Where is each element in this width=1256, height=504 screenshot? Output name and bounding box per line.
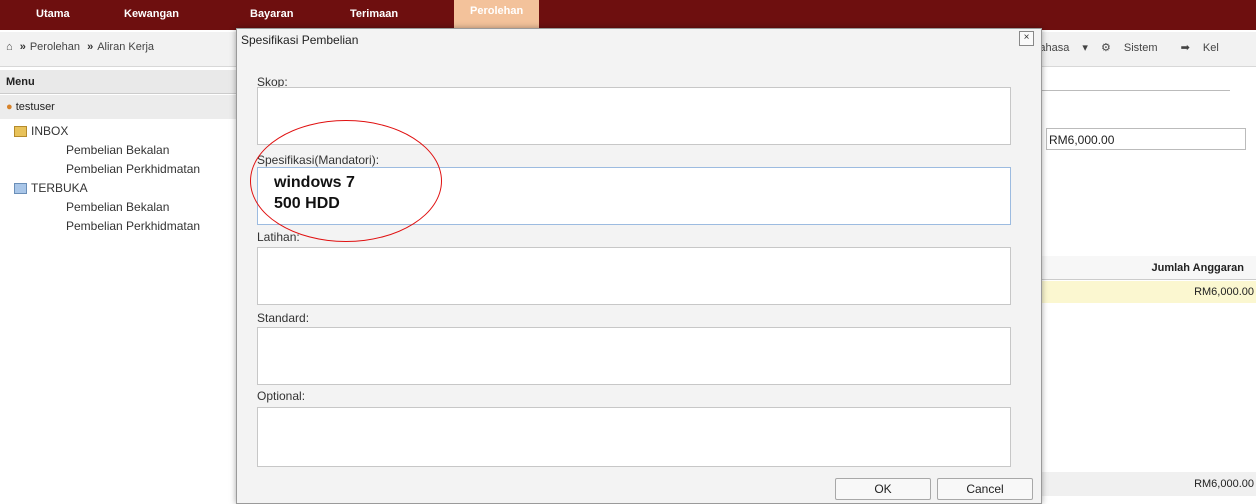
terbuka-label: TERBUKA <box>31 181 88 195</box>
dialog-title: Spesifikasi Pembelian <box>241 33 359 47</box>
spesifikasi-field[interactable]: windows 7 500 HDD <box>257 167 1011 225</box>
username: testuser <box>15 101 55 113</box>
tab-bayaran[interactable]: Bayaran <box>250 8 293 20</box>
standard-field[interactable] <box>257 327 1011 385</box>
tree-item-inbox-perkhidmatan[interactable]: Pembelian Perkhidmatan <box>14 160 200 179</box>
folder-open-icon <box>14 183 27 195</box>
home-icon[interactable]: ⌂ <box>6 41 13 53</box>
latihan-field[interactable] <box>257 247 1011 305</box>
sistem-menu[interactable]: ⚙ Sistem <box>1101 42 1168 54</box>
spesifikasi-label: Spesifikasi(Mandatori): <box>257 153 380 167</box>
close-icon[interactable]: × <box>1019 31 1034 46</box>
breadcrumb-aliran-kerja[interactable]: Aliran Kerja <box>97 41 154 53</box>
column-header-jumlah-anggaran: Jumlah Anggaran <box>1040 256 1256 280</box>
tree-item-terbuka-bekalan[interactable]: Pembelian Bekalan <box>14 198 200 217</box>
amount-field[interactable]: RM6,000.00 <box>1046 128 1246 150</box>
breadcrumb: ⌂ » Perolehan » Aliran Kerja <box>6 41 154 53</box>
user-icon: ● <box>6 101 13 113</box>
menu-tree: INBOX Pembelian Bekalan Pembelian Perkhi… <box>14 122 200 236</box>
menu-header: Menu <box>0 70 238 94</box>
table-row[interactable]: RM6,000.00 <box>1040 281 1256 303</box>
inbox-label: INBOX <box>31 124 69 138</box>
standard-label: Standard: <box>257 311 310 325</box>
tree-terbuka[interactable]: TERBUKA <box>14 179 200 198</box>
tree-inbox[interactable]: INBOX <box>14 122 200 141</box>
total-row: RM6,000.00 <box>1040 472 1256 496</box>
cancel-button[interactable]: Cancel <box>937 478 1033 500</box>
top-menu-bar: Utama Kewangan Bayaran Terimaan Peroleha… <box>0 0 1256 30</box>
skop-field[interactable] <box>257 87 1011 145</box>
breadcrumb-perolehan[interactable]: Perolehan <box>30 41 80 53</box>
chevron-icon: » <box>87 41 94 53</box>
tab-terimaan-label: Terimaan <box>350 8 399 20</box>
toolbar-right: Bahasa ▾ ⚙ Sistem ➡ Kel <box>1032 41 1239 54</box>
latihan-label: Latihan: <box>257 230 300 244</box>
tab-perolehan[interactable]: Perolehan <box>454 0 540 30</box>
spesifikasi-dialog: Spesifikasi Pembelian × Skop: Spesifikas… <box>236 28 1042 504</box>
arrow-right-icon: ➡ <box>1180 42 1190 54</box>
ok-button[interactable]: OK <box>835 478 931 500</box>
tree-item-terbuka-perkhidmatan[interactable]: Pembelian Perkhidmatan <box>14 217 200 236</box>
sistem-label: Sistem <box>1123 42 1158 54</box>
tree-item-inbox-bekalan[interactable]: Pembelian Bekalan <box>14 141 200 160</box>
optional-label: Optional: <box>257 389 306 403</box>
background-panel: RM6,000.00 Jumlah Anggaran RM6,000.00 RM… <box>1040 70 1256 504</box>
optional-field[interactable] <box>257 407 1011 467</box>
logout-link[interactable]: ➡ Kel <box>1181 42 1229 54</box>
tab-kewangan-label: Kewangan <box>124 8 180 20</box>
logout-label: Kel <box>1202 42 1219 54</box>
tab-bayaran-label: Bayaran <box>250 8 294 20</box>
tab-terimaan[interactable]: Terimaan <box>350 8 398 20</box>
tab-utama[interactable]: Utama <box>36 8 70 20</box>
tab-kewangan[interactable]: Kewangan <box>124 8 179 20</box>
spesifikasi-value: windows 7 500 HDD <box>274 174 355 212</box>
gear-icon: ⚙ <box>1100 42 1111 54</box>
inbox-icon <box>14 126 27 138</box>
chevron-icon: » <box>19 41 26 53</box>
user-row: ● testuser <box>0 95 238 119</box>
